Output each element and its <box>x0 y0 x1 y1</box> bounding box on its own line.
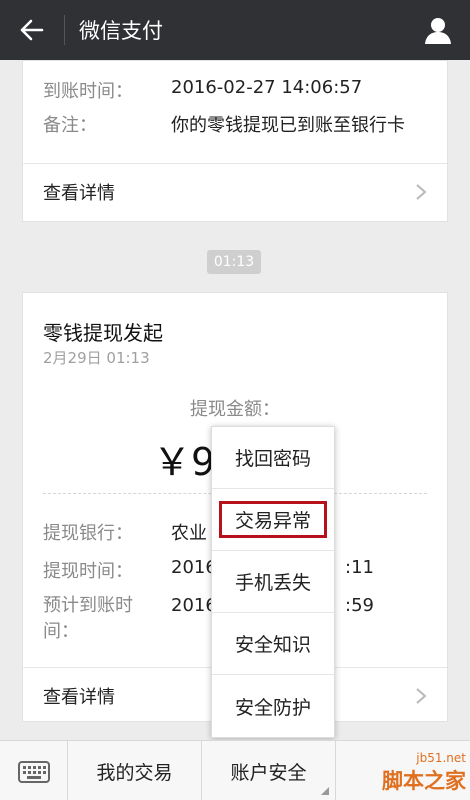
tab-label: 我的交易 <box>96 761 173 784</box>
tab-account-security[interactable]: 账户安全 <box>202 741 336 800</box>
menu-item-phone-lost[interactable]: 手机丢失 <box>212 551 334 613</box>
watermark-url: jb51.net <box>416 751 466 765</box>
tab-my-transactions[interactable]: 我的交易 <box>68 741 202 800</box>
amount-value: ￥9 <box>153 440 216 484</box>
row-label: 到账时间： <box>43 81 133 102</box>
view-details-label: 查看详情 <box>43 687 115 708</box>
tab-label: 账户安全 <box>230 761 307 784</box>
chevron-right-icon <box>416 688 427 704</box>
row-label: 提现银行： <box>43 523 133 544</box>
row-label: 备注： <box>43 115 97 136</box>
page-title: 微信支付 <box>79 19 163 43</box>
view-details-link[interactable]: 查看详情 <box>23 163 447 221</box>
card-date: 2月29日 01:13 <box>43 349 150 367</box>
corner-triangle-icon <box>321 787 329 795</box>
row-value: 农业 <box>171 523 207 544</box>
title-bar: 微信支付 <box>0 0 470 60</box>
row-value: 你的零钱提现已到账至银行卡 <box>171 115 405 136</box>
account-security-menu: 找回密码 交易异常 手机丢失 安全知识 安全防护 <box>211 426 335 738</box>
row-label: 预计到账时 间： <box>43 593 171 645</box>
row-label-line2: 间： <box>43 621 79 642</box>
menu-item-recover-password[interactable]: 找回密码 <box>212 427 334 489</box>
arrival-time-row: 到账时间： 2016-02-27 14:06:57 <box>43 77 431 103</box>
user-icon <box>425 18 451 44</box>
keyboard-icon <box>17 761 50 783</box>
keyboard-toggle-button[interactable] <box>0 741 68 800</box>
row-label: 提现时间： <box>43 561 133 582</box>
amount-label: 提现金额： <box>190 399 280 420</box>
row-value-tail: :59 <box>345 595 374 616</box>
arrival-card: 到账时间： 2016-02-27 14:06:57 备注： 你的零钱提现已到账至… <box>22 60 448 222</box>
menu-item-transaction-exception[interactable]: 交易异常 <box>212 489 334 551</box>
header-divider <box>64 15 65 45</box>
view-details-label: 查看详情 <box>43 183 115 204</box>
menu-item-security-protection[interactable]: 安全防护 <box>212 675 334 737</box>
user-profile-button[interactable] <box>406 0 470 60</box>
back-button[interactable] <box>0 0 64 60</box>
chevron-right-icon <box>416 184 427 200</box>
watermark-text: 脚本之家 <box>382 769 466 793</box>
card-title: 零钱提现发起 <box>43 321 163 345</box>
row-value: 2016 <box>171 557 217 578</box>
row-value: 2016-02-27 14:06:57 <box>171 77 363 98</box>
arrow-left-icon <box>20 19 44 41</box>
row-label-line1: 预计到账时 <box>43 595 133 616</box>
row-value: 2016 <box>171 595 217 616</box>
row-value-tail: :11 <box>345 557 374 578</box>
site-watermark: jb51.net 脚本之家 <box>334 748 466 798</box>
menu-item-security-knowledge[interactable]: 安全知识 <box>212 613 334 675</box>
time-separator-badge: 01:13 <box>207 250 261 274</box>
remark-row: 备注： 你的零钱提现已到账至银行卡 <box>43 111 431 137</box>
